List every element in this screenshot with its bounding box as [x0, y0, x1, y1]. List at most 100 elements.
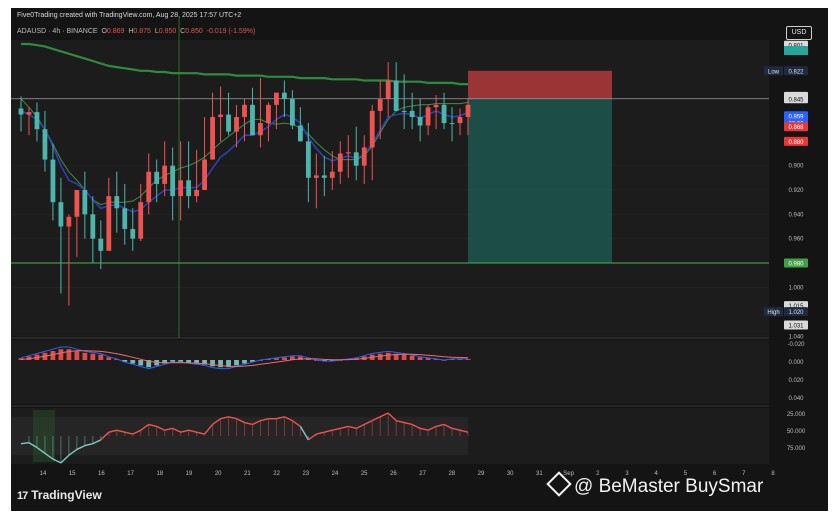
- candle-body: [218, 114, 223, 117]
- macd-histogram-bar: [82, 352, 88, 360]
- price-tick-label: 0.940: [788, 212, 804, 218]
- candle-body: [361, 147, 367, 166]
- candle-body: [345, 152, 351, 154]
- take-profit-zone: [468, 98, 612, 263]
- chart-canvas[interactable]: 0.9000.9200.9400.9601.0001.0400.8010.822…: [11, 8, 828, 511]
- candle-body: [369, 110, 375, 148]
- price-tick-label: 0.960: [788, 237, 804, 243]
- rsi-axis-label: 50.000: [787, 429, 806, 435]
- candle-body: [42, 129, 48, 160]
- candle-body: [425, 107, 431, 126]
- stop-loss-zone: [468, 70, 612, 99]
- macd-histogram-bar: [66, 349, 72, 360]
- candle-body: [242, 104, 247, 117]
- macd-axis-label: 0.000: [788, 360, 804, 366]
- candle-body: [266, 104, 271, 124]
- candle-body: [393, 80, 399, 111]
- candle-body: [194, 190, 200, 197]
- candle-body: [353, 152, 359, 166]
- candle-body: [377, 98, 383, 111]
- macd-histogram-bar: [234, 360, 239, 366]
- candle-body: [385, 80, 391, 99]
- candle-body: [289, 98, 295, 126]
- symbol-legend: ADAUSD · 4h · BINANCE O0.869 H0.875 L0.8…: [17, 28, 256, 35]
- macd-histogram-bar: [401, 354, 407, 360]
- macd-histogram-bar: [282, 357, 287, 360]
- candle-body: [170, 165, 176, 197]
- candle-body: [274, 92, 279, 105]
- watermark-text: @ BeMaster BuySmar: [574, 476, 764, 497]
- macd-histogram-bar: [58, 349, 64, 360]
- macd-axis-label: 0.020: [788, 378, 804, 384]
- candle-body: [337, 153, 343, 172]
- publisher-text: Five0Trading created with TradingView.co…: [17, 12, 242, 19]
- time-axis-label: 22: [273, 471, 280, 477]
- rsi-line-segment: [20, 442, 30, 445]
- candle-body: [186, 180, 192, 197]
- macd-histogram-bar: [98, 354, 104, 360]
- candle-body: [178, 180, 184, 197]
- candle-body: [98, 238, 104, 251]
- candle-body: [26, 112, 32, 115]
- time-axis-label: 29: [478, 471, 485, 477]
- interval[interactable]: 4h: [52, 28, 60, 35]
- candle-body: [162, 165, 168, 184]
- time-axis-label: 14: [40, 471, 47, 477]
- time-axis-label: 20: [215, 471, 222, 477]
- change-value: -0.019 (-1.59%): [206, 28, 256, 35]
- candle-body: [50, 159, 56, 203]
- candle-body: [401, 110, 407, 112]
- candle-body: [210, 117, 215, 160]
- candle-body: [138, 202, 144, 239]
- macd-pane: [11, 340, 769, 404]
- candle-body: [234, 117, 239, 132]
- macd-histogram-bar: [74, 351, 80, 360]
- rsi-band: [11, 416, 468, 456]
- candle-body: [74, 190, 80, 217]
- time-axis-label: 16: [98, 471, 105, 477]
- candle-body: [114, 196, 120, 209]
- candle-body: [90, 214, 96, 239]
- candle-body: [313, 175, 319, 178]
- macd-histogram-bar: [90, 353, 96, 360]
- candle-body: [282, 92, 287, 99]
- candle-body: [202, 159, 207, 190]
- time-axis-label: 23: [302, 471, 309, 477]
- candle-body: [106, 196, 112, 251]
- exchange: BINANCE: [66, 28, 98, 35]
- candle-body: [465, 104, 471, 117]
- time-axis-label: 18: [156, 471, 163, 477]
- price-tick-label: 0.920: [788, 188, 804, 194]
- macd-histogram-bar: [385, 352, 391, 360]
- candle-body: [449, 123, 455, 125]
- candle-body: [329, 171, 335, 178]
- candle-body: [297, 125, 303, 142]
- open-value: 0.869: [106, 28, 125, 35]
- last-price-badge: [784, 46, 808, 55]
- macd-histogram-bar: [210, 360, 215, 367]
- time-axis-label: 17: [127, 471, 134, 477]
- price-axis-tag: Low: [768, 69, 780, 75]
- candle-body: [18, 108, 24, 115]
- publisher-line: Five0Trading created with TradingView.co…: [17, 12, 241, 19]
- time-axis-label: 26: [390, 471, 397, 477]
- tradingview-logo[interactable]: 17 TradingView: [17, 488, 102, 502]
- candle-body: [409, 110, 415, 117]
- candle-body: [417, 117, 423, 126]
- macd-histogram-bar: [130, 360, 136, 364]
- candle-body: [34, 112, 40, 130]
- time-axis-label: 27: [419, 471, 426, 477]
- time-axis-label: 19: [186, 471, 193, 477]
- price-axis-label: 0.845: [788, 97, 804, 103]
- price-axis-label: 1.020: [788, 310, 804, 316]
- currency-button[interactable]: USD: [786, 26, 812, 40]
- macd-histogram-bar: [170, 360, 176, 362]
- low-value: 0.850: [158, 28, 177, 35]
- time-axis-label: 15: [69, 471, 76, 477]
- rsi-highlight: [33, 410, 55, 462]
- binance-diamond-icon: [546, 471, 572, 497]
- symbol-name[interactable]: ADAUSD: [17, 28, 46, 35]
- macd-histogram-bar: [178, 360, 184, 362]
- watermark: @ BeMaster BuySmar: [546, 471, 764, 498]
- macd-histogram-bar: [409, 355, 415, 360]
